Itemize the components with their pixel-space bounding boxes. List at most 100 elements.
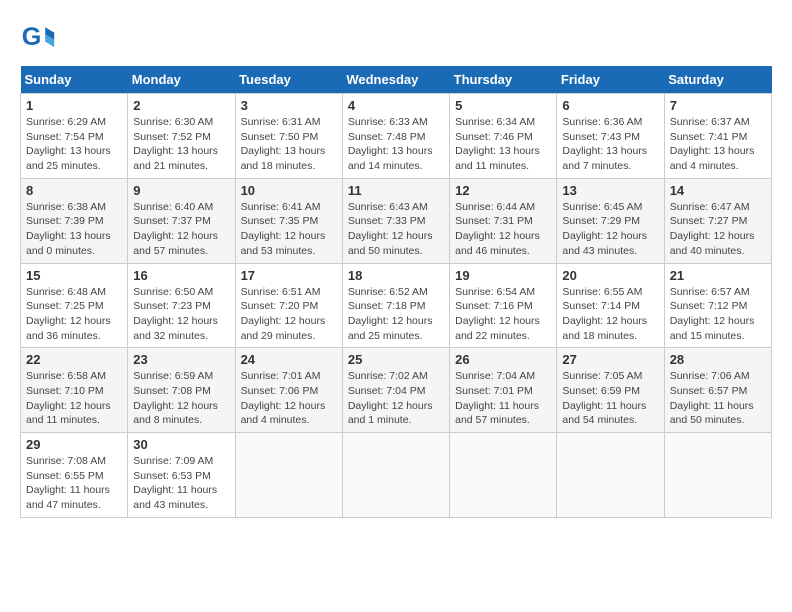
day-detail: Sunrise: 7:06 AMSunset: 6:57 PMDaylight:… [670,369,766,428]
day-cell: 9Sunrise: 6:40 AMSunset: 7:37 PMDaylight… [128,178,235,263]
col-header-wednesday: Wednesday [342,66,449,94]
day-cell: 7 Sunrise: 6:37 AMSunset: 7:41 PMDaylight… [664,94,771,179]
day-number: 30 [133,437,229,452]
day-number: 23 [133,352,229,367]
day-number: 8 [26,183,122,198]
day-number: 7 [670,98,766,113]
day-detail: Sunrise: 6:29 AMSunset: 7:54 PMDaylight:… [26,115,122,174]
day-detail: Sunrise: 6:40 AMSunset: 7:37 PMDaylight:… [133,200,229,259]
day-detail: Sunrise: 6:33 AMSunset: 7:48 PMDaylight:… [348,115,444,174]
day-detail: Sunrise: 6:50 AMSunset: 7:23 PMDaylight:… [133,285,229,344]
day-detail: Sunrise: 6:31 AMSunset: 7:50 PMDaylight:… [241,115,337,174]
day-detail: Sunrise: 7:05 AMSunset: 6:59 PMDaylight:… [562,369,658,428]
day-cell: 24 Sunrise: 7:01 AMSunset: 7:06 PMDayligh… [235,348,342,433]
day-cell [664,433,771,518]
day-number: 11 [348,183,444,198]
day-cell: 3 Sunrise: 6:31 AMSunset: 7:50 PMDaylight… [235,94,342,179]
day-cell: 15 Sunrise: 6:48 AMSunset: 7:25 PMDayligh… [21,263,128,348]
day-cell: 29Sunrise: 7:08 AMSunset: 6:55 PMDayligh… [21,433,128,518]
day-detail: Sunrise: 6:36 AMSunset: 7:43 PMDaylight:… [562,115,658,174]
col-header-saturday: Saturday [664,66,771,94]
day-cell: 4 Sunrise: 6:33 AMSunset: 7:48 PMDaylight… [342,94,449,179]
day-cell: 26Sunrise: 7:04 AMSunset: 7:01 PMDayligh… [450,348,557,433]
day-cell: 1 Sunrise: 6:29 AMSunset: 7:54 PMDaylight… [21,94,128,179]
day-number: 28 [670,352,766,367]
day-cell: 2 Sunrise: 6:30 AMSunset: 7:52 PMDaylight… [128,94,235,179]
day-number: 25 [348,352,444,367]
day-detail: Sunrise: 6:51 AMSunset: 7:20 PMDaylight:… [241,285,337,344]
day-number: 27 [562,352,658,367]
day-number: 12 [455,183,551,198]
day-detail: Sunrise: 6:59 AMSunset: 7:08 PMDaylight:… [133,369,229,428]
day-detail: Sunrise: 6:57 AMSunset: 7:12 PMDaylight:… [670,285,766,344]
col-header-thursday: Thursday [450,66,557,94]
day-detail: Sunrise: 6:54 AMSunset: 7:16 PMDaylight:… [455,285,551,344]
day-detail: Sunrise: 6:30 AMSunset: 7:52 PMDaylight:… [133,115,229,174]
day-detail: Sunrise: 7:04 AMSunset: 7:01 PMDaylight:… [455,369,551,428]
calendar-table: SundayMondayTuesdayWednesdayThursdayFrid… [20,66,772,518]
col-header-monday: Monday [128,66,235,94]
logo: G [20,20,62,56]
svg-text:G: G [22,23,42,51]
day-cell: 11 Sunrise: 6:43 AMSunset: 7:33 PMDayligh… [342,178,449,263]
logo-icon: G [20,20,56,56]
week-row-3: 15 Sunrise: 6:48 AMSunset: 7:25 PMDayligh… [21,263,772,348]
page-header: G [20,20,772,56]
day-detail: Sunrise: 6:34 AMSunset: 7:46 PMDaylight:… [455,115,551,174]
day-cell: 25 Sunrise: 7:02 AMSunset: 7:04 PMDayligh… [342,348,449,433]
day-number: 1 [26,98,122,113]
day-cell [342,433,449,518]
day-number: 29 [26,437,122,452]
col-header-tuesday: Tuesday [235,66,342,94]
day-cell: 30Sunrise: 7:09 AMSunset: 6:53 PMDayligh… [128,433,235,518]
day-number: 15 [26,268,122,283]
week-row-4: 22Sunrise: 6:58 AMSunset: 7:10 PMDayligh… [21,348,772,433]
day-cell: 23 Sunrise: 6:59 AMSunset: 7:08 PMDayligh… [128,348,235,433]
day-detail: Sunrise: 6:43 AMSunset: 7:33 PMDaylight:… [348,200,444,259]
day-cell: 5 Sunrise: 6:34 AMSunset: 7:46 PMDaylight… [450,94,557,179]
day-detail: Sunrise: 6:41 AMSunset: 7:35 PMDaylight:… [241,200,337,259]
day-cell: 18 Sunrise: 6:52 AMSunset: 7:18 PMDayligh… [342,263,449,348]
day-cell: 13Sunrise: 6:45 AMSunset: 7:29 PMDayligh… [557,178,664,263]
day-detail: Sunrise: 6:52 AMSunset: 7:18 PMDaylight:… [348,285,444,344]
week-row-5: 29Sunrise: 7:08 AMSunset: 6:55 PMDayligh… [21,433,772,518]
day-number: 4 [348,98,444,113]
week-row-2: 8 Sunrise: 6:38 AMSunset: 7:39 PMDaylight… [21,178,772,263]
day-number: 6 [562,98,658,113]
day-cell: 21 Sunrise: 6:57 AMSunset: 7:12 PMDayligh… [664,263,771,348]
day-cell: 28 Sunrise: 7:06 AMSunset: 6:57 PMDayligh… [664,348,771,433]
day-number: 21 [670,268,766,283]
day-number: 24 [241,352,337,367]
day-detail: Sunrise: 6:44 AMSunset: 7:31 PMDaylight:… [455,200,551,259]
day-cell: 19 Sunrise: 6:54 AMSunset: 7:16 PMDayligh… [450,263,557,348]
day-detail: Sunrise: 7:01 AMSunset: 7:06 PMDaylight:… [241,369,337,428]
day-number: 2 [133,98,229,113]
day-cell: 8 Sunrise: 6:38 AMSunset: 7:39 PMDaylight… [21,178,128,263]
day-detail: Sunrise: 6:37 AMSunset: 7:41 PMDaylight:… [670,115,766,174]
day-number: 17 [241,268,337,283]
day-detail: Sunrise: 7:02 AMSunset: 7:04 PMDaylight:… [348,369,444,428]
day-number: 19 [455,268,551,283]
day-cell: 14Sunrise: 6:47 AMSunset: 7:27 PMDayligh… [664,178,771,263]
day-number: 3 [241,98,337,113]
day-cell: 10 Sunrise: 6:41 AMSunset: 7:35 PMDayligh… [235,178,342,263]
day-number: 5 [455,98,551,113]
day-number: 22 [26,352,122,367]
week-row-1: 1 Sunrise: 6:29 AMSunset: 7:54 PMDaylight… [21,94,772,179]
day-cell: 16 Sunrise: 6:50 AMSunset: 7:23 PMDayligh… [128,263,235,348]
day-number: 13 [562,183,658,198]
day-number: 20 [562,268,658,283]
day-detail: Sunrise: 6:38 AMSunset: 7:39 PMDaylight:… [26,200,122,259]
day-number: 18 [348,268,444,283]
day-cell [235,433,342,518]
header-row: SundayMondayTuesdayWednesdayThursdayFrid… [21,66,772,94]
day-cell: 6 Sunrise: 6:36 AMSunset: 7:43 PMDaylight… [557,94,664,179]
day-cell [450,433,557,518]
day-detail: Sunrise: 6:48 AMSunset: 7:25 PMDaylight:… [26,285,122,344]
day-cell: 12 Sunrise: 6:44 AMSunset: 7:31 PMDayligh… [450,178,557,263]
day-detail: Sunrise: 6:47 AMSunset: 7:27 PMDaylight:… [670,200,766,259]
day-detail: Sunrise: 6:55 AMSunset: 7:14 PMDaylight:… [562,285,658,344]
day-number: 16 [133,268,229,283]
day-cell: 17 Sunrise: 6:51 AMSunset: 7:20 PMDayligh… [235,263,342,348]
day-number: 10 [241,183,337,198]
